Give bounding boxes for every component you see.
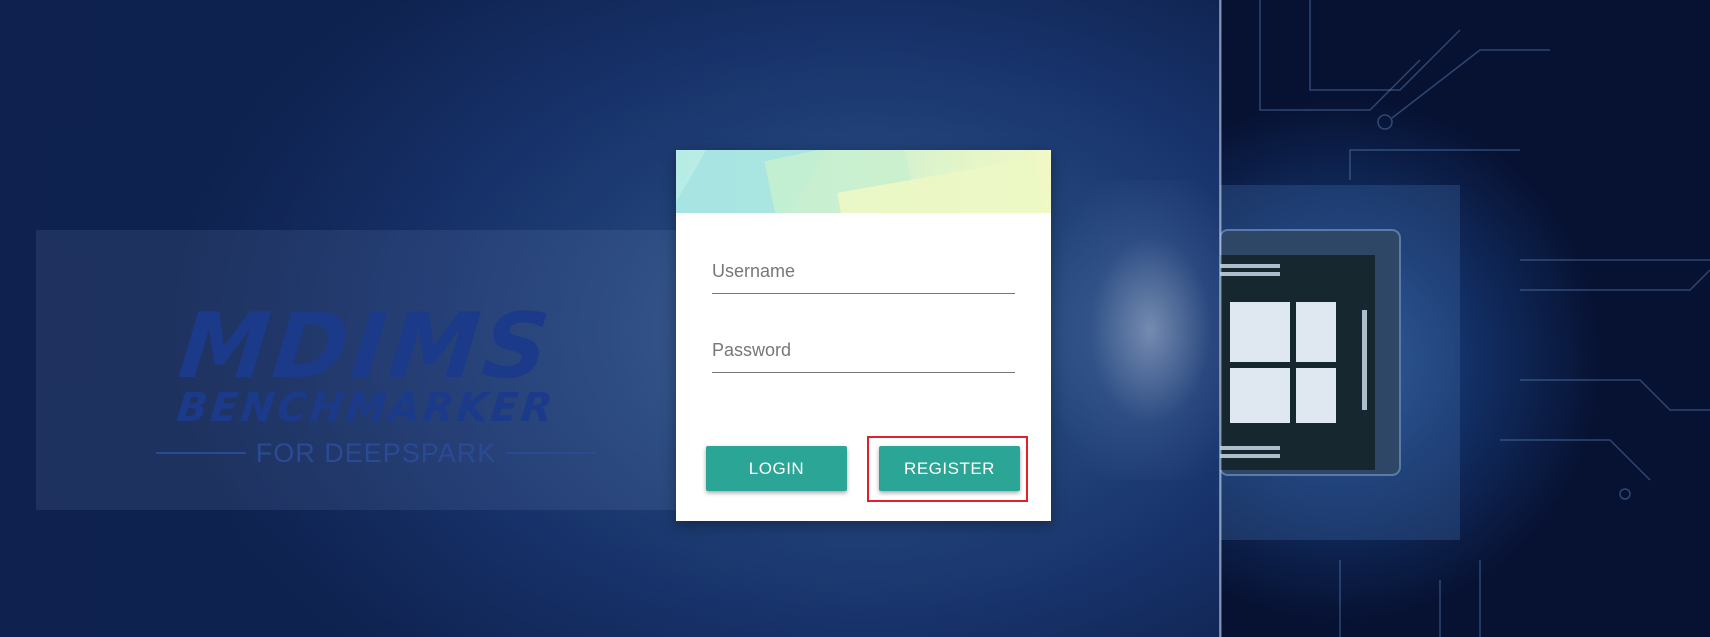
background-glow <box>1040 180 1240 480</box>
login-card-header <box>676 150 1051 213</box>
branding-panel: MDIMS BENCHMARKER FOR DEEPSPARK <box>36 230 676 510</box>
password-field <box>712 328 1015 373</box>
username-field <box>712 249 1015 294</box>
tagline-rule-left <box>156 452 246 454</box>
chip-illustration <box>1220 0 1710 637</box>
brand-tagline-row: FOR DEEPSPARK <box>156 436 596 470</box>
brand-subtitle: BENCHMARKER <box>174 385 558 431</box>
brand-title: MDIMS <box>174 294 558 399</box>
brand-tagline: FOR DEEPSPARK <box>255 437 497 468</box>
login-button[interactable]: LOGIN <box>706 446 847 491</box>
register-highlight-box <box>867 436 1028 502</box>
vertical-divider <box>1219 0 1221 637</box>
password-input[interactable] <box>712 330 1015 370</box>
username-input[interactable] <box>712 251 1015 291</box>
tagline-rule-right <box>506 452 596 454</box>
